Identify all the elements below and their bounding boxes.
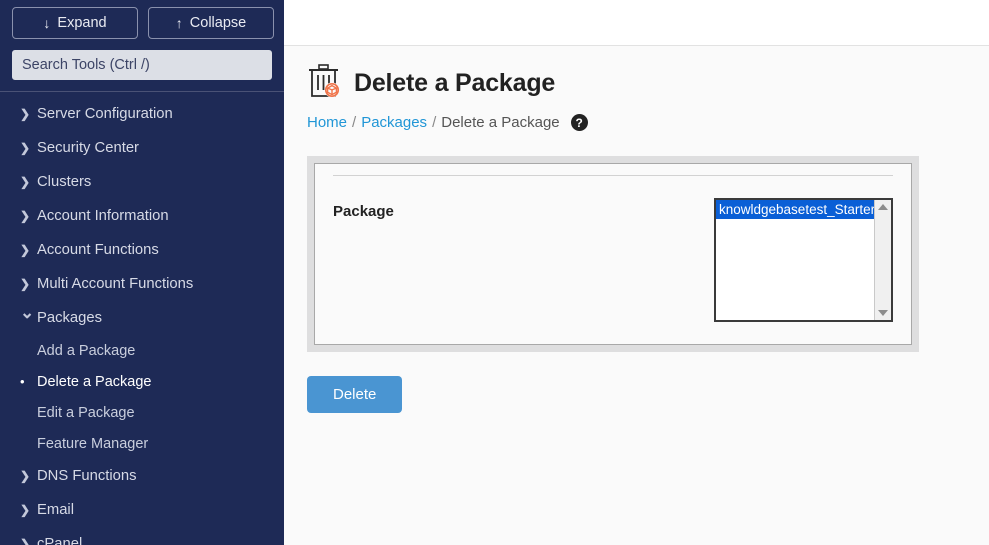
breadcrumb-link-home[interactable]: Home — [307, 114, 347, 131]
chevron-down-icon: ⌄ — [20, 303, 35, 322]
sidebar-subitem-label: Feature Manager — [37, 435, 149, 452]
sidebar-item-cpanel[interactable]: ❯ cPanel — [0, 527, 284, 545]
package-listbox[interactable]: knowldgebasetest_Starter — [714, 198, 893, 322]
application-window: ↓ Expand ↑ Collapse ❯ Server Configuratio… — [0, 0, 989, 545]
sidebar-item-label: Clusters — [37, 173, 92, 190]
chevron-right-icon: ❯ — [20, 107, 31, 121]
form-panel-inner: Package knowldgebasetest_Starter — [314, 163, 912, 345]
sidebar-subitem-edit-a-package[interactable]: •Edit a Package — [0, 397, 284, 428]
main-content: Delete a Package Home / Packages / Delet… — [284, 46, 989, 545]
sidebar-item-server-configuration[interactable]: ❯ Server Configuration — [0, 97, 284, 131]
package-field-control: knowldgebasetest_Starter — [714, 198, 893, 322]
sidebar-item-account-functions[interactable]: ❯ Account Functions — [0, 233, 284, 267]
sidebar-item-label: DNS Functions — [37, 467, 137, 484]
top-bar — [284, 0, 989, 46]
package-field-row: Package knowldgebasetest_Starter — [333, 198, 893, 322]
sidebar-tree-controls: ↓ Expand ↑ Collapse — [0, 0, 284, 39]
scroll-down-arrow-icon[interactable] — [878, 310, 888, 316]
sidebar-item-label: Packages — [37, 309, 102, 326]
sidebar-item-account-information[interactable]: ❯ Account Information — [0, 199, 284, 233]
chevron-right-icon: ❯ — [20, 175, 31, 189]
sidebar-item-email[interactable]: ❯ Email — [0, 493, 284, 527]
sidebar-subitem-feature-manager[interactable]: •Feature Manager — [0, 428, 284, 459]
sidebar-subitem-label: Add a Package — [37, 342, 136, 359]
collapse-button[interactable]: ↑ Collapse — [148, 7, 274, 39]
page-header: Delete a Package — [284, 46, 989, 103]
chevron-right-icon: ❯ — [20, 503, 31, 517]
up-arrow-icon: ↑ — [175, 15, 183, 31]
sidebar-item-packages[interactable]: ⌄ Packages — [0, 301, 284, 335]
sidebar-item-label: Security Center — [37, 139, 139, 156]
breadcrumb-link-packages[interactable]: Packages — [361, 114, 427, 131]
sidebar-subitem-add-a-package[interactable]: •Add a Package — [0, 335, 284, 366]
delete-button[interactable]: Delete — [307, 376, 403, 413]
sidebar-item-label: Account Functions — [37, 241, 159, 258]
sidebar-item-label: Server Configuration — [37, 105, 173, 122]
sidebar: ↓ Expand ↑ Collapse ❯ Server Configuratio… — [0, 0, 284, 545]
package-option[interactable]: knowldgebasetest_Starter — [716, 200, 891, 219]
down-arrow-icon: ↓ — [43, 15, 51, 31]
breadcrumb: Home / Packages / Delete a Package ? — [284, 103, 989, 131]
search-input[interactable] — [12, 50, 272, 80]
breadcrumb-current: Delete a Package — [441, 114, 560, 131]
sidebar-subitem-label: Delete a Package — [37, 373, 152, 390]
package-listbox-options: knowldgebasetest_Starter — [716, 200, 891, 219]
expand-button-label: Expand — [57, 15, 107, 31]
sidebar-nav: ❯ Server Configuration ❯ Security Center ❯ Cl… — [0, 92, 284, 545]
breadcrumb-separator-1: / — [352, 114, 357, 131]
panel-divider — [333, 175, 893, 176]
package-field-label: Package — [333, 203, 394, 220]
page-title: Delete a Package — [354, 68, 556, 97]
scroll-up-arrow-icon[interactable] — [878, 204, 888, 210]
search-tools-container — [0, 39, 284, 80]
help-circle-icon[interactable]: ? — [570, 114, 588, 131]
sidebar-item-label: Multi Account Functions — [37, 275, 194, 292]
listbox-scrollbar[interactable] — [874, 200, 891, 320]
chevron-right-icon: ❯ — [20, 469, 31, 483]
sidebar-item-label: Account Information — [37, 207, 169, 224]
sidebar-subitem-label: Edit a Package — [37, 404, 135, 421]
trash-package-icon — [307, 63, 341, 103]
chevron-right-icon: ❯ — [20, 141, 31, 155]
active-bullet-icon: • — [20, 374, 25, 389]
sidebar-item-multi-account-functions[interactable]: ❯ Multi Account Functions — [0, 267, 284, 301]
sidebar-item-security-center[interactable]: ❯ Security Center — [0, 131, 284, 165]
chevron-right-icon: ❯ — [20, 209, 31, 223]
sidebar-item-label: cPanel — [37, 535, 83, 545]
chevron-right-icon: ❯ — [20, 537, 31, 545]
chevron-right-icon: ❯ — [20, 277, 31, 291]
expand-button[interactable]: ↓ Expand — [12, 7, 138, 39]
form-panel: Package knowldgebasetest_Starter — [307, 156, 919, 352]
sidebar-item-label: Email — [37, 501, 74, 518]
sidebar-subitem-delete-a-package[interactable]: • Delete a Package — [0, 366, 284, 397]
chevron-right-icon: ❯ — [20, 243, 31, 257]
sidebar-item-clusters[interactable]: ❯ Clusters — [0, 165, 284, 199]
sidebar-item-dns-functions[interactable]: ❯ DNS Functions — [0, 459, 284, 493]
breadcrumb-separator-2: / — [432, 114, 437, 131]
collapse-button-label: Collapse — [189, 15, 247, 31]
